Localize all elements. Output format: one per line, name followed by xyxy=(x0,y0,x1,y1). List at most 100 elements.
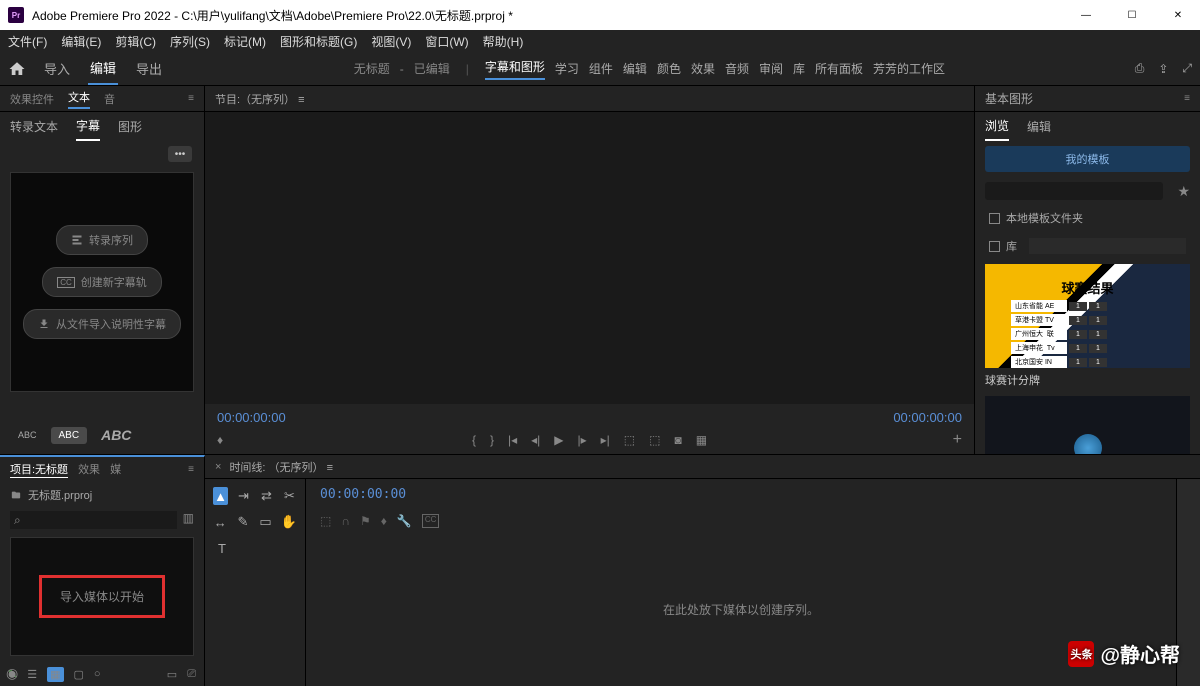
template-item[interactable]: 山东省能 AE11 草港卡盟 TV11 广州恒大 联11 上海申花 Tv11 北… xyxy=(985,264,1190,388)
delete-icon[interactable]: ⎚ xyxy=(187,668,196,681)
export-frame-button[interactable]: ◙ xyxy=(674,433,681,447)
workspace-learn[interactable]: 学习 xyxy=(555,60,579,77)
menu-help[interactable]: 帮助(H) xyxy=(483,33,524,50)
tab-media-short[interactable]: 媒 xyxy=(110,461,121,477)
create-caption-track-button[interactable]: CC 创建新字幕轨 xyxy=(42,267,162,297)
workspace-libraries[interactable]: 库 xyxy=(793,60,805,77)
abc-style-2[interactable]: ABC xyxy=(51,427,88,444)
abc-style-1[interactable]: ABC xyxy=(10,427,45,443)
zoom-slider-icon[interactable]: ○ xyxy=(94,668,101,680)
workspace-captions-graphics[interactable]: 字幕和图形 xyxy=(485,58,545,80)
fullscreen-icon[interactable]: ⤢ xyxy=(1182,61,1192,76)
share-icon[interactable]: ⇪ xyxy=(1158,62,1168,76)
type-tool[interactable]: T xyxy=(213,539,231,557)
settings-icon[interactable]: ♦ xyxy=(381,514,387,528)
minimize-button[interactable]: — xyxy=(1072,10,1100,21)
track-select-tool[interactable]: ⇥ xyxy=(236,487,251,505)
import-caption-file-button[interactable]: 从文件导入说明性字幕 xyxy=(23,309,181,339)
timeline-drop-zone[interactable]: 在此处放下媒体以创建序列。 xyxy=(306,532,1176,686)
freeform-view-icon[interactable]: ▢ xyxy=(74,668,84,681)
program-viewport[interactable] xyxy=(205,112,974,404)
tab-project[interactable]: 项目:无标题 xyxy=(10,461,68,478)
close-panel-icon[interactable]: × xyxy=(215,461,221,473)
template-search-input[interactable] xyxy=(985,182,1163,200)
workspace-color[interactable]: 颜色 xyxy=(657,60,681,77)
comparison-button[interactable]: ▦ xyxy=(696,433,707,447)
timecode-out[interactable]: 00:00:00:00 xyxy=(893,410,962,425)
marker-icon[interactable]: ♦ xyxy=(217,433,223,447)
razor-tool[interactable]: ✂ xyxy=(282,487,297,505)
icon-view-icon[interactable]: ▦ xyxy=(47,667,63,682)
quick-export-icon[interactable]: ⎙ xyxy=(1135,61,1145,76)
slip-tool[interactable]: ↔ xyxy=(213,513,228,531)
template-item[interactable]: 传统徽标出品 xyxy=(985,396,1190,454)
new-bin-icon[interactable]: ▭ xyxy=(167,668,177,681)
extract-button[interactable]: ⬚ xyxy=(649,433,660,447)
tab-export[interactable]: 导出 xyxy=(134,53,164,84)
menu-view[interactable]: 视图(V) xyxy=(371,33,411,50)
play-button[interactable]: ▶ xyxy=(554,433,563,447)
more-options-button[interactable]: ••• xyxy=(168,146,192,162)
tab-text[interactable]: 文本 xyxy=(68,89,90,109)
panel-menu-icon[interactable]: ≡ xyxy=(1184,93,1190,104)
transcribe-sequence-button[interactable]: 转录序列 xyxy=(56,225,148,255)
local-templates-checkbox[interactable] xyxy=(989,213,1000,224)
tab-effect-controls[interactable]: 效果控件 xyxy=(10,91,54,107)
media-bin[interactable]: 导入媒体以开始 xyxy=(10,537,194,656)
list-view-icon[interactable]: ☰ xyxy=(27,668,37,681)
project-search-input[interactable] xyxy=(10,511,177,529)
workspace-audio[interactable]: 音频 xyxy=(725,60,749,77)
go-to-out-button[interactable]: ▸| xyxy=(601,433,610,447)
menu-marker[interactable]: 标记(M) xyxy=(224,33,266,50)
snap-icon[interactable]: ⬚ xyxy=(320,514,331,528)
step-forward-button[interactable]: |▸ xyxy=(577,433,586,447)
libraries-checkbox[interactable] xyxy=(989,241,1000,252)
subtab-graphics[interactable]: 图形 xyxy=(118,113,142,140)
wrench-icon[interactable]: 🔧 xyxy=(397,514,412,528)
selection-tool[interactable]: ▲ xyxy=(213,487,228,505)
panel-menu-icon[interactable]: ≡ xyxy=(188,93,194,104)
workspace-review[interactable]: 审阅 xyxy=(759,60,783,77)
home-icon[interactable] xyxy=(8,60,26,78)
menu-graphics[interactable]: 图形和标题(G) xyxy=(280,33,357,50)
linked-selection-icon[interactable]: ∩ xyxy=(341,514,350,528)
close-button[interactable]: ✕ xyxy=(1164,10,1192,21)
mark-in-button[interactable]: { xyxy=(472,433,476,447)
timecode-in[interactable]: 00:00:00:00 xyxy=(217,410,286,425)
mark-out-button[interactable]: } xyxy=(490,433,494,447)
creative-cloud-icon[interactable]: ◉ xyxy=(6,665,18,682)
go-to-in-button[interactable]: |◂ xyxy=(508,433,517,447)
tab-browse[interactable]: 浏览 xyxy=(985,112,1009,141)
subtab-transcript[interactable]: 转录文本 xyxy=(10,113,58,140)
cc-badge-icon[interactable]: CC xyxy=(422,514,440,528)
menu-window[interactable]: 窗口(W) xyxy=(425,33,468,50)
pen-tool[interactable]: ✎ xyxy=(236,513,251,531)
rectangle-tool[interactable]: ▭ xyxy=(258,513,273,531)
library-select[interactable] xyxy=(1029,238,1186,254)
workspace-editing[interactable]: 编辑 xyxy=(623,60,647,77)
timeline-timecode[interactable]: 00:00:00:00 xyxy=(306,479,1176,510)
maximize-button[interactable]: ☐ xyxy=(1118,10,1146,21)
button-editor[interactable]: + xyxy=(953,431,962,449)
workspace-effects[interactable]: 效果 xyxy=(691,60,715,77)
tab-edit-graphics[interactable]: 编辑 xyxy=(1027,113,1051,140)
step-back-button[interactable]: ◂| xyxy=(531,433,540,447)
ripple-edit-tool[interactable]: ⇄ xyxy=(259,487,274,505)
menu-edit[interactable]: 编辑(E) xyxy=(61,33,101,50)
menu-file[interactable]: 文件(F) xyxy=(8,33,47,50)
tab-import[interactable]: 导入 xyxy=(42,53,72,84)
workspace-assembly[interactable]: 组件 xyxy=(589,60,613,77)
workspace-custom[interactable]: 芳芳的工作区 xyxy=(873,60,945,77)
subtab-captions[interactable]: 字幕 xyxy=(76,112,100,141)
favorites-icon[interactable]: ★ xyxy=(1177,183,1190,200)
search-options-icon[interactable]: ▥ xyxy=(183,511,194,529)
tab-edit[interactable]: 编辑 xyxy=(88,52,118,85)
menu-sequence[interactable]: 序列(S) xyxy=(170,33,210,50)
menu-clip[interactable]: 剪辑(C) xyxy=(115,33,156,50)
panel-menu-icon[interactable]: ≡ xyxy=(188,464,194,475)
lift-button[interactable]: ⬚ xyxy=(624,433,635,447)
hand-tool[interactable]: ✋ xyxy=(281,513,297,531)
my-templates-button[interactable]: 我的模板 xyxy=(985,146,1190,172)
tab-effects[interactable]: 效果 xyxy=(78,461,100,477)
workspace-all-panels[interactable]: 所有面板 xyxy=(815,60,863,77)
